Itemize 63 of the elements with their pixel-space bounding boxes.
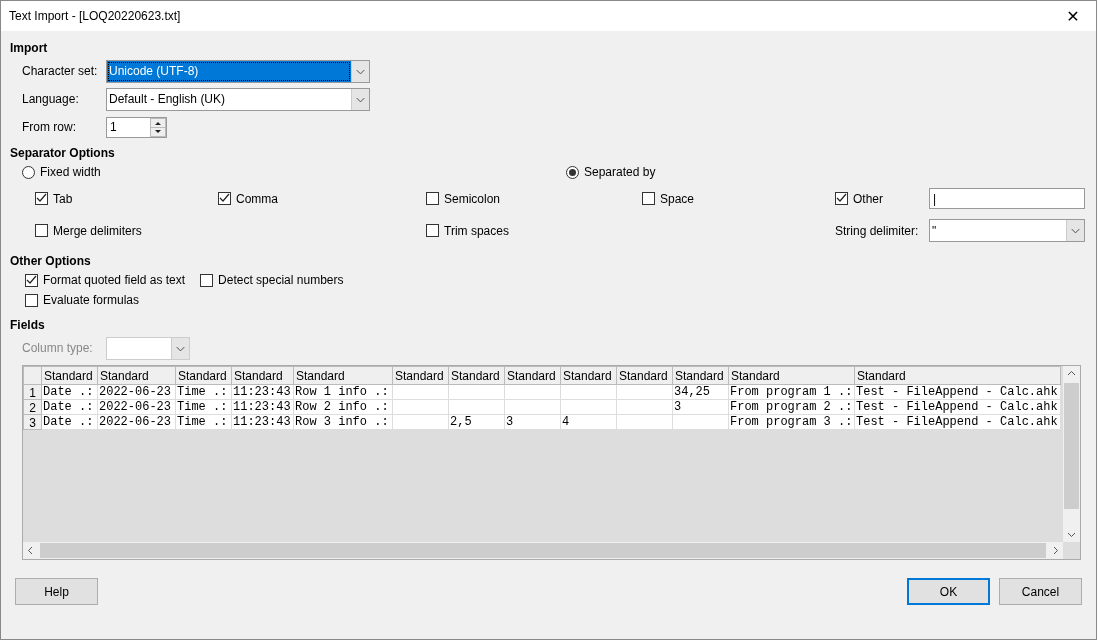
dropdown-value: Default - English (UK) <box>108 91 227 108</box>
field-label: String delimiter: <box>835 223 920 238</box>
dialog-button[interactable]: Cancel <box>999 578 1082 605</box>
dialog-button[interactable]: Help <box>15 578 98 605</box>
column-header[interactable]: Standard <box>392 366 449 385</box>
radio-button[interactable] <box>22 165 35 179</box>
checkbox[interactable] <box>426 224 439 237</box>
checkbox-label: Tab <box>53 191 73 206</box>
checkbox[interactable] <box>835 192 848 205</box>
window-title: Text Import - [LOQ20220623.txt] <box>9 9 181 23</box>
spin-arrows-icon[interactable] <box>150 117 166 137</box>
checkbox[interactable] <box>642 192 655 205</box>
section-heading: Other Options <box>10 254 92 268</box>
checkbox-label: Semicolon <box>444 191 501 206</box>
radio-button[interactable] <box>566 165 579 179</box>
radio-label: Fixed width <box>40 165 101 179</box>
checkbox[interactable] <box>35 192 48 205</box>
checkbox[interactable] <box>426 192 439 205</box>
column-header[interactable]: Standard <box>672 366 729 385</box>
column-header[interactable]: Standard <box>504 366 561 385</box>
column-header[interactable]: Standard <box>616 366 673 385</box>
checkbox[interactable] <box>25 273 38 287</box>
field-label: From row: <box>22 120 77 134</box>
dropdown[interactable]: Default - English (UK) <box>106 87 370 111</box>
checkbox-label: Space <box>660 191 695 206</box>
field-label: Language: <box>22 92 80 106</box>
checkbox[interactable] <box>25 293 38 307</box>
checkbox-label: Trim spaces <box>444 223 509 238</box>
radio-label: Separated by <box>584 165 656 179</box>
column-header[interactable]: Standard <box>728 366 855 385</box>
field-label: Column type: <box>22 341 94 355</box>
close-button[interactable]: ✕ <box>1050 1 1096 31</box>
dropdown-value: " <box>931 222 938 240</box>
column-header[interactable]: Standard <box>41 366 98 385</box>
checkbox-label: Detect special numbers <box>218 273 344 287</box>
column-header[interactable]: Standard <box>231 366 294 385</box>
section-heading: Fields <box>10 318 46 332</box>
horizontal-scrollbar[interactable] <box>23 542 1063 559</box>
column-header[interactable]: Standard <box>175 366 232 385</box>
dropdown[interactable]: " <box>929 219 1085 242</box>
checkbox[interactable] <box>200 273 214 287</box>
spin-field[interactable]: 1 <box>106 116 167 138</box>
spin-value: 1 <box>109 119 118 136</box>
checkbox-label: Other <box>853 191 883 206</box>
column-header[interactable]: Standard <box>448 366 505 385</box>
field-label: Character set: <box>22 64 99 78</box>
vertical-scrollbar[interactable] <box>1063 366 1080 542</box>
checkbox[interactable] <box>35 224 48 237</box>
column-header[interactable]: Standard <box>293 366 393 385</box>
section-heading: Import <box>10 41 49 55</box>
section-heading: Separator Options <box>10 146 116 160</box>
checkbox-label: Evaluate formulas <box>43 293 140 307</box>
checkbox-label: Comma <box>236 191 278 206</box>
checkbox[interactable] <box>218 192 231 205</box>
input-field[interactable]: | <box>929 188 1085 209</box>
column-header[interactable]: Standard <box>854 366 1061 385</box>
column-header[interactable]: Standard <box>560 366 617 385</box>
checkbox-label: Format quoted field as text <box>43 273 186 287</box>
dialog-button[interactable]: OK <box>907 578 990 605</box>
dropdown-value: Unicode (UTF-8) <box>107 60 351 82</box>
column-header[interactable]: Standard <box>97 366 176 385</box>
checkbox-label: Merge delimiters <box>53 223 142 238</box>
dropdown[interactable]: Unicode (UTF-8) <box>106 59 370 83</box>
